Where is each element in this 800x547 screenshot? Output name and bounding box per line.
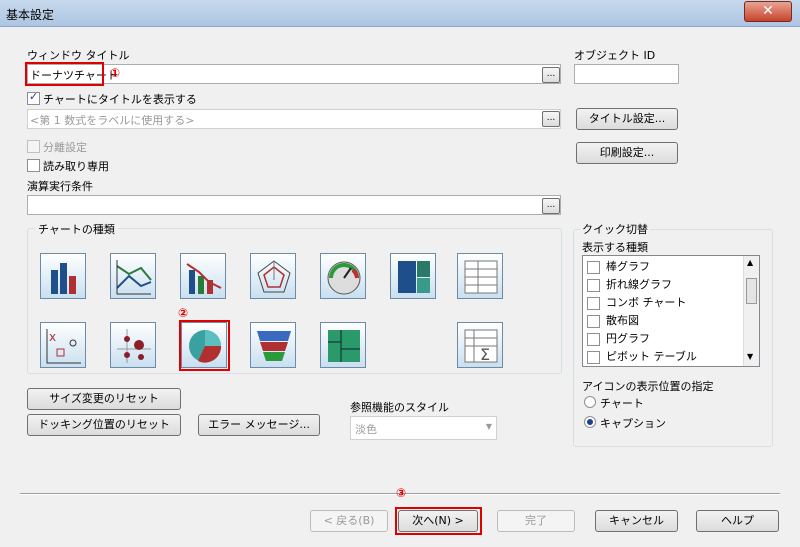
radio-caption-label: キャプション (600, 417, 666, 430)
marker-3: ③ (396, 486, 407, 500)
finish-button[interactable]: 完了 (497, 510, 575, 532)
list-item-label: 折れ線グラフ (606, 278, 672, 291)
lookup-style-label: 参照機能のスタイル (350, 401, 449, 414)
icon-position-label: アイコンの表示位置の指定 (582, 380, 714, 393)
gauge-chart-icon[interactable] (320, 253, 366, 299)
grid-chart-icon[interactable] (110, 322, 156, 368)
detach-checkbox[interactable] (27, 140, 40, 153)
window-title-label: ウィンドウ タイトル (27, 49, 130, 62)
reset-size-button[interactable]: サイズ変更のリセット (27, 388, 181, 410)
chart-types-list[interactable]: 棒グラフ 折れ線グラフ コンボ チャート 散布図 円グラフ ピボット テーブル … (582, 255, 760, 367)
reset-docking-button[interactable]: ドッキング位置のリセット (27, 414, 181, 436)
block-chart-icon[interactable] (390, 253, 436, 299)
window-title-input[interactable]: ドーナツチャート (27, 64, 561, 84)
title-settings-button[interactable]: タイトル設定... (576, 108, 678, 130)
error-message-button[interactable]: エラー メッセージ... (198, 414, 320, 436)
list-item-label: 散布図 (606, 314, 639, 327)
help-button[interactable]: ヘルプ (696, 510, 779, 532)
cancel-button[interactable]: キャンセル (595, 510, 678, 532)
print-settings-button[interactable]: 印刷設定... (576, 142, 678, 164)
list-item-label: ピボット テーブル (606, 350, 697, 363)
highlight-next-button (395, 507, 482, 535)
list-item-label: コンボ チャート (606, 296, 687, 309)
svg-text:Σ: Σ (480, 345, 490, 364)
close-icon[interactable]: ✕ (744, 1, 792, 22)
funnel-chart-icon[interactable] (250, 322, 296, 368)
readonly-checkbox[interactable] (27, 159, 40, 172)
marker-1: ① (110, 66, 121, 80)
window-title: 基本設定 (6, 8, 55, 22)
combo-chart-icon[interactable] (180, 253, 226, 299)
title-expression-input[interactable]: <第 1 数式をラベルに使用する> (27, 109, 561, 129)
quick-switch-label: クイック切替 (580, 221, 650, 237)
list-item[interactable]: 折れ線グラフ (587, 276, 672, 294)
scatter-chart-icon[interactable]: x (40, 322, 86, 368)
marker-2: ② (178, 306, 189, 320)
types-to-show-label: 表示する種類 (582, 241, 648, 254)
chevron-down-icon: ▼ (485, 422, 492, 431)
scroll-down-icon[interactable]: ▼ (747, 352, 753, 361)
show-title-checkbox[interactable] (27, 90, 40, 105)
highlight-pie-chart (179, 320, 230, 371)
dialog-window: 基本設定 ✕ ウィンドウ タイトル ドーナツチャート ① ... オブジェクト … (0, 0, 800, 547)
show-title-label: チャートにタイトルを表示する (43, 93, 197, 106)
object-id-label: オブジェクト ID (574, 49, 656, 62)
line-chart-icon[interactable] (110, 253, 156, 299)
bar-chart-icon[interactable] (40, 253, 86, 299)
lookup-style-value: 淡色 (355, 423, 377, 436)
mekko-chart-icon[interactable] (320, 322, 366, 368)
readonly-label: 読み取り専用 (43, 160, 109, 173)
calc-condition-button[interactable]: ... (542, 198, 560, 214)
list-item[interactable]: 円グラフ (587, 330, 650, 348)
list-scrollbar[interactable]: ▲ ▼ (743, 256, 759, 366)
list-item-label: 円グラフ (606, 332, 650, 345)
list-item-label: 棒グラフ (606, 260, 650, 273)
highlight-window-title (25, 62, 104, 86)
title-expression-placeholder: <第 1 数式をラベルに使用する> (30, 114, 195, 127)
title-bar: 基本設定 ✕ (0, 0, 800, 27)
svg-text:x: x (49, 330, 56, 344)
detach-label: 分離設定 (43, 141, 87, 154)
radio-chart-label: チャート (600, 397, 644, 410)
straight-table-icon[interactable] (457, 253, 503, 299)
chart-type-label: チャートの種類 (35, 221, 118, 237)
window-title-expression-button[interactable]: ... (542, 67, 560, 83)
radio-chart[interactable] (584, 396, 596, 408)
list-item[interactable]: 棒グラフ (587, 258, 650, 276)
radar-chart-icon[interactable] (250, 253, 296, 299)
scroll-thumb[interactable] (746, 278, 757, 304)
calc-condition-label: 演算実行条件 (27, 180, 93, 193)
radio-caption[interactable] (584, 416, 596, 428)
list-item[interactable]: 散布図 (587, 312, 639, 330)
back-button[interactable]: < 戻る(B) (310, 510, 388, 532)
calc-condition-input[interactable] (27, 195, 561, 215)
lookup-style-select[interactable]: 淡色 ▼ (350, 416, 497, 440)
title-expression-button[interactable]: ... (542, 111, 560, 127)
scroll-up-icon[interactable]: ▲ (747, 258, 753, 267)
object-id-input[interactable] (574, 64, 679, 84)
pivot-table-icon[interactable]: Σ (457, 322, 503, 368)
list-item[interactable]: ピボット テーブル (587, 348, 697, 366)
list-item[interactable]: コンボ チャート (587, 294, 686, 312)
